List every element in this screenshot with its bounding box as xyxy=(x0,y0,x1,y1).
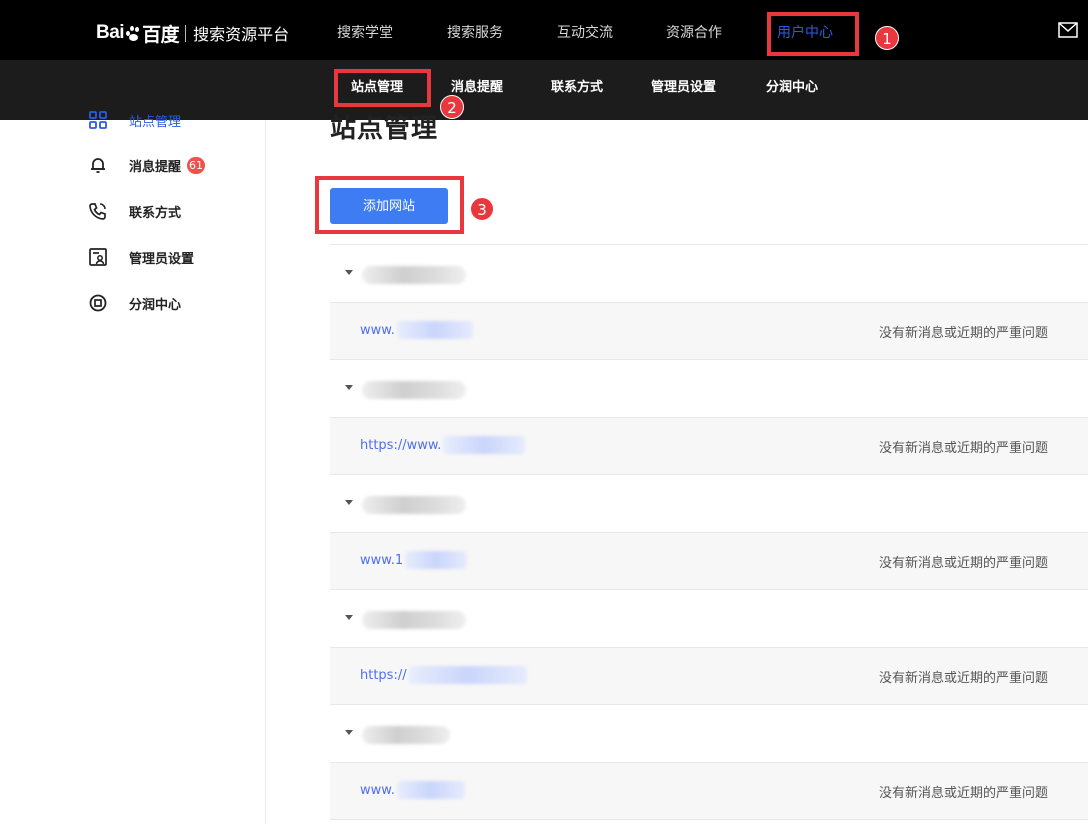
site-url-link[interactable]: https:// xyxy=(360,666,527,684)
site-group-row[interactable] xyxy=(330,705,1088,763)
site-status-text: 没有新消息或近期的严重问题 xyxy=(878,671,1048,686)
site-url-link[interactable]: www. xyxy=(360,321,473,339)
sidebar-item-site-management[interactable]: 站点管理 xyxy=(88,110,181,130)
highlight-box-user-center xyxy=(767,12,859,56)
nav-search-service[interactable]: 搜索服务 xyxy=(447,0,503,60)
logo-subtitle: 搜索资源平台 xyxy=(193,25,290,44)
site-status-text: 没有新消息或近期的严重问题 xyxy=(878,441,1048,456)
nav-interaction[interactable]: 互动交流 xyxy=(557,0,613,60)
caret-down-icon[interactable] xyxy=(345,730,353,735)
site-list: www. 没有新消息或近期的严重问题 https://www. 没有新消息或近期… xyxy=(330,244,1088,820)
site-group-name xyxy=(362,611,466,629)
bell-icon xyxy=(91,158,105,173)
caret-down-icon[interactable] xyxy=(345,385,353,390)
site-row[interactable]: www. 没有新消息或近期的严重问题 xyxy=(330,303,1088,360)
sidebar-item-label: 消息提醒 xyxy=(129,159,182,175)
nav-search-school[interactable]: 搜索学堂 xyxy=(337,0,393,60)
sidebar-item-label: 管理员设置 xyxy=(129,251,195,267)
site-row[interactable]: https://www. 没有新消息或近期的严重问题 xyxy=(330,418,1088,475)
sidebar-item-admin-settings[interactable]: 管理员设置 xyxy=(88,245,194,269)
site-status-text: 没有新消息或近期的严重问题 xyxy=(878,786,1048,801)
site-status-text: 没有新消息或近期的严重问题 xyxy=(878,556,1048,571)
site-url-link[interactable]: https://www. xyxy=(360,436,526,454)
sidebar-item-label: 站点管理 xyxy=(129,114,182,130)
site-group-row[interactable] xyxy=(330,590,1088,648)
site-group-name xyxy=(362,496,466,514)
logo-mark: Bai 百度 xyxy=(96,20,180,47)
highlight-box-site-management xyxy=(334,69,431,107)
site-group-row[interactable] xyxy=(330,360,1088,418)
subnav-admin-settings[interactable]: 管理员设置 xyxy=(651,60,716,116)
step-marker-1: 1 xyxy=(875,26,899,50)
sidebar-item-messages[interactable]: 消息提醒 61 xyxy=(88,153,206,177)
paw-icon xyxy=(125,25,141,41)
subnav-contact[interactable]: 联系方式 xyxy=(551,60,603,116)
logo-text-cn: 百度 xyxy=(142,24,180,46)
caret-down-icon[interactable] xyxy=(345,615,353,620)
sidebar-item-label: 分润中心 xyxy=(129,297,182,313)
sidebar-item-revenue-center[interactable]: 分润中心 xyxy=(88,291,181,315)
site-status-text: 没有新消息或近期的严重问题 xyxy=(878,326,1048,341)
site-row[interactable]: www. 没有新消息或近期的严重问题 xyxy=(330,763,1088,820)
logo-text: Bai xyxy=(96,22,125,43)
sidebar xyxy=(0,120,266,824)
page-title: 站点管理 xyxy=(330,114,439,144)
caret-down-icon[interactable] xyxy=(345,270,353,275)
site-group-name xyxy=(362,726,450,744)
caret-down-icon[interactable] xyxy=(345,500,353,505)
sidebar-item-contact[interactable]: 联系方式 xyxy=(88,199,181,223)
site-group-name xyxy=(362,381,466,399)
subnav-revenue-center[interactable]: 分润中心 xyxy=(766,60,818,116)
site-row[interactable]: www.1 没有新消息或近期的严重问题 xyxy=(330,533,1088,590)
logo-divider xyxy=(185,24,187,42)
phone-icon xyxy=(89,203,106,220)
coin-icon xyxy=(89,294,107,312)
site-group-row[interactable] xyxy=(330,245,1088,303)
message-count-badge: 61 xyxy=(187,156,206,174)
step-marker-3: 3 xyxy=(470,197,494,221)
sidebar-item-label: 联系方式 xyxy=(129,205,182,221)
site-group-row[interactable] xyxy=(330,475,1088,533)
highlight-box-add-site xyxy=(315,176,464,234)
baidu-logo[interactable]: Bai 百度 搜索资源平台 xyxy=(96,20,289,46)
top-navbar: Bai 百度 搜索资源平台 搜索学堂 搜索服务 互动交流 资源合作 用户中心 xyxy=(0,0,1088,60)
site-url-link[interactable]: www.1 xyxy=(360,551,468,569)
step-marker-2: 2 xyxy=(440,95,464,119)
mail-icon[interactable] xyxy=(1058,22,1078,38)
admin-icon xyxy=(89,248,107,266)
grid-icon xyxy=(89,111,107,129)
site-group-name xyxy=(362,266,466,284)
nav-resource-cooperation[interactable]: 资源合作 xyxy=(666,0,722,60)
site-url-link[interactable]: www. xyxy=(360,781,465,799)
site-row[interactable]: https:// 没有新消息或近期的严重问题 xyxy=(330,648,1088,705)
